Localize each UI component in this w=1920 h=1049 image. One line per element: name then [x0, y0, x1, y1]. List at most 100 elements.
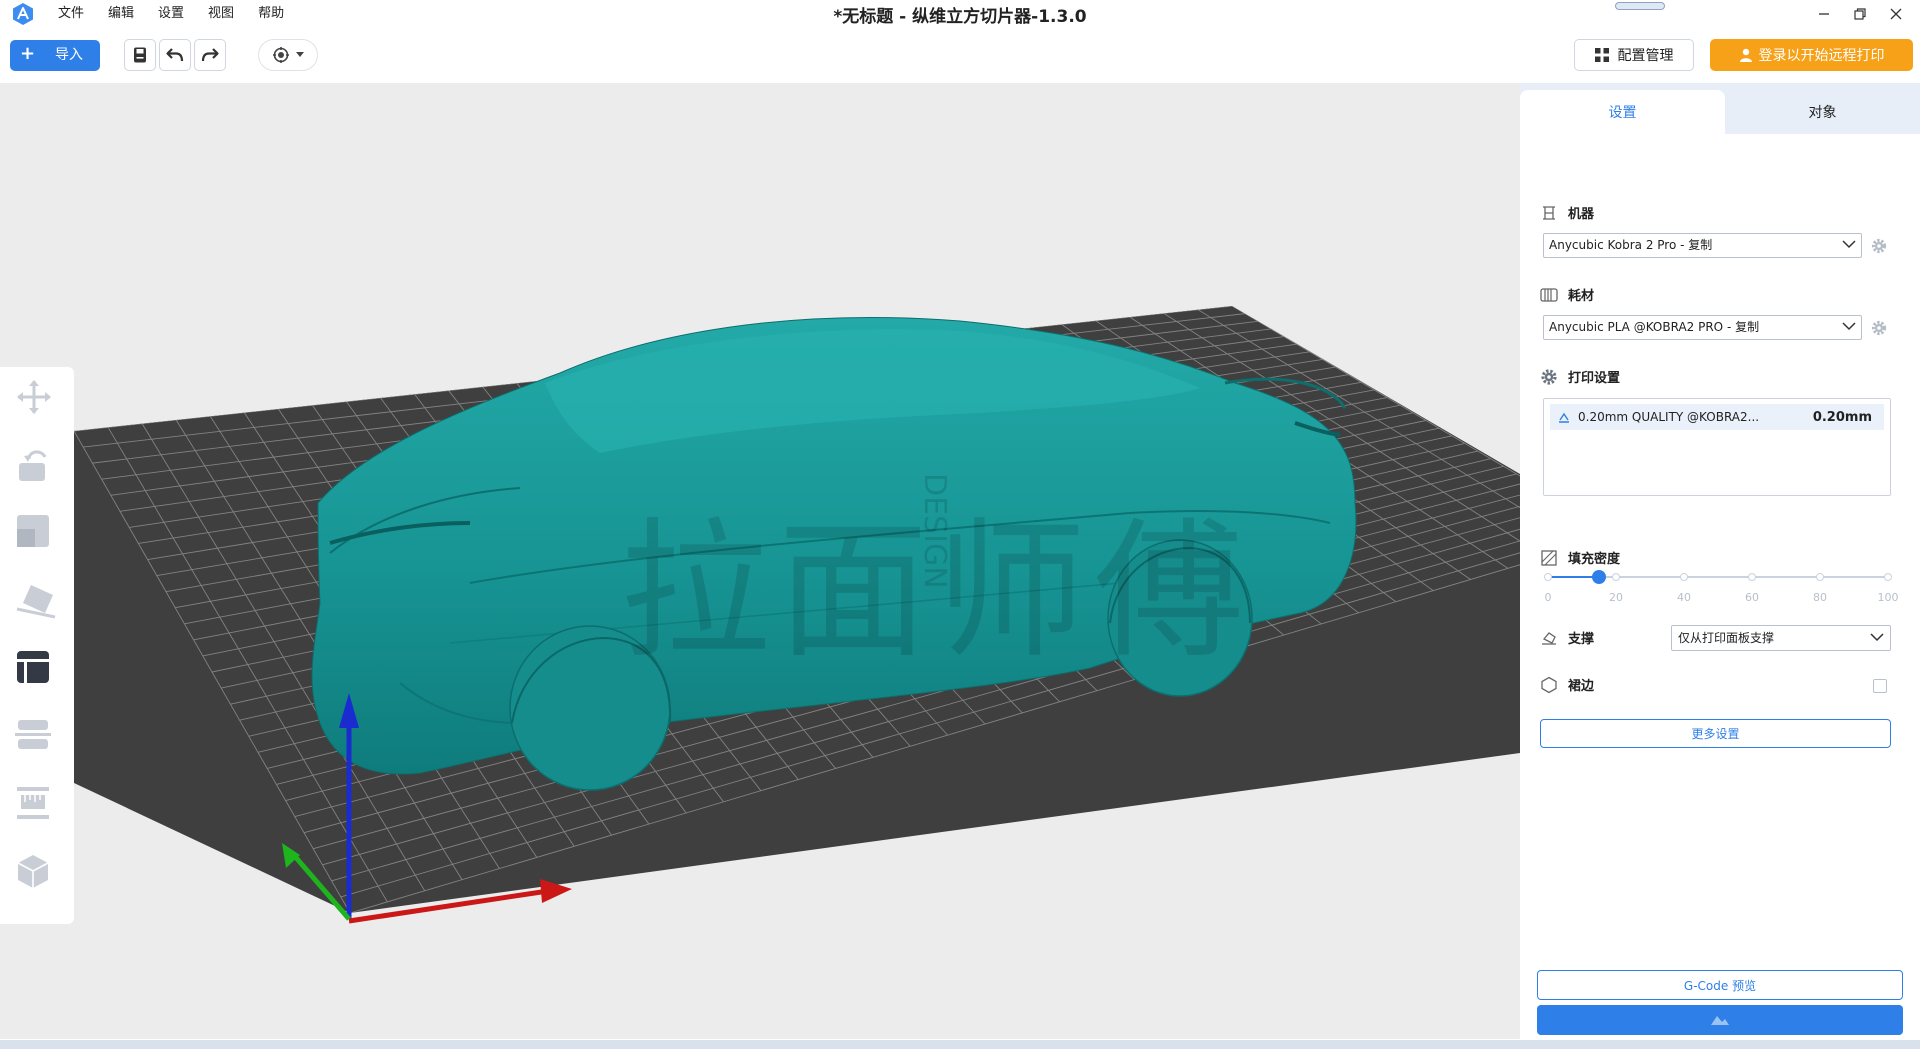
menu-settings[interactable]: 设置 — [158, 5, 197, 23]
os-taskbar — [0, 1040, 1920, 1049]
redo-icon — [201, 48, 219, 62]
machine-settings-gear-icon[interactable] — [1870, 237, 1888, 255]
import-button[interactable]: + 导入 — [10, 40, 100, 71]
config-manage-label: 配置管理 — [1617, 48, 1674, 64]
config-manage-button[interactable]: 配置管理 — [1574, 39, 1694, 71]
print-profile-list: 0.20mm QUALITY @KOBRA2... 0.20mm — [1543, 398, 1891, 496]
gear-icon — [1541, 368, 1557, 385]
brim-icon — [1541, 676, 1557, 693]
grid-icon — [1594, 48, 1609, 62]
filament-spool-icon — [1540, 287, 1558, 302]
filament-settings-gear-icon[interactable] — [1870, 319, 1888, 337]
slider-tick-dot — [1748, 573, 1756, 581]
infill-section-header: 填充密度 — [1540, 548, 1620, 567]
gcode-preview-label: G-Code 预览 — [1683, 978, 1757, 993]
more-settings-button[interactable]: 更多设置 — [1540, 719, 1891, 748]
scale-icon — [17, 515, 49, 547]
slider-tick-label: 80 — [1813, 591, 1827, 604]
move-tool[interactable] — [15, 378, 59, 422]
more-settings-label: 更多设置 — [1691, 727, 1740, 741]
slider-tick-dot — [1612, 573, 1620, 581]
slider-tick-label: 0 — [1544, 591, 1552, 604]
slider-tick-label: 40 — [1677, 591, 1691, 604]
menu-edit[interactable]: 编辑 — [108, 5, 147, 23]
brim-checkbox[interactable] — [1873, 679, 1887, 693]
support-select[interactable]: 仅从打印面板支撑 — [1671, 625, 1891, 651]
settings-body: 机器 Anycubic Kobra 2 Pro - 复制 耗材 Anycubic… — [1520, 134, 1920, 1049]
tab-objects[interactable]: 对象 — [1725, 90, 1920, 134]
login-label: 登录以开始远程打印 — [1758, 48, 1885, 64]
machine-label: 机器 — [1568, 207, 1595, 222]
restore-icon — [1854, 8, 1866, 20]
restore-button[interactable] — [1846, 2, 1874, 26]
chevron-down-icon — [1842, 322, 1856, 331]
slider-tick-dot — [1544, 573, 1552, 581]
minimize-icon — [1819, 13, 1829, 15]
save-icon — [134, 47, 146, 63]
chevron-down-icon — [1842, 240, 1856, 249]
chevron-down-icon — [296, 52, 304, 57]
tab-settings[interactable]: 设置 — [1520, 90, 1725, 134]
lay-flat-tool[interactable] — [15, 581, 59, 625]
toolbar: + 导入 配置管理 登录以开始远程打印 — [0, 28, 1920, 83]
machine-section-header: 机器 — [1540, 203, 1594, 222]
cut-icon — [15, 720, 51, 749]
support-value: 仅从打印面板支撑 — [1678, 631, 1775, 645]
app-logo-icon — [13, 3, 33, 25]
close-button[interactable] — [1882, 2, 1910, 26]
menu-file[interactable]: 文件 — [58, 5, 97, 23]
print-profile-item[interactable]: 0.20mm QUALITY @KOBRA2... 0.20mm — [1550, 404, 1884, 430]
print-profile-name: 0.20mm QUALITY @KOBRA2... — [1578, 410, 1760, 424]
3d-viewport[interactable]: 拉面师傅 DESIGN — [0, 83, 1520, 1039]
slice-button[interactable] — [1537, 1005, 1903, 1035]
save-button[interactable] — [124, 39, 156, 71]
machine-value: Anycubic Kobra 2 Pro - 复制 — [1549, 238, 1713, 252]
login-remote-print-button[interactable]: 登录以开始远程打印 — [1710, 39, 1913, 71]
left-tool-rail — [0, 367, 74, 924]
undo-button[interactable] — [159, 39, 191, 71]
slider-tick-label: 100 — [1877, 591, 1899, 604]
redo-button[interactable] — [194, 39, 226, 71]
infill-density-slider[interactable]: 0 20 40 60 80 100 — [1544, 567, 1899, 604]
rotate-tool[interactable] — [15, 445, 59, 489]
lay-flat-icon — [16, 585, 56, 619]
measure-tool[interactable] — [15, 785, 59, 829]
machine-select[interactable]: Anycubic Kobra 2 Pro - 复制 — [1543, 233, 1862, 258]
import-label: 导入 — [55, 47, 83, 63]
slider-tick-dot — [1816, 573, 1824, 581]
close-icon — [1890, 8, 1902, 20]
slider-thumb[interactable] — [1592, 570, 1606, 584]
undo-icon — [166, 48, 184, 62]
slider-tick-label: 60 — [1745, 591, 1759, 604]
chevron-down-icon — [1870, 633, 1884, 642]
menu-view[interactable]: 视图 — [208, 5, 247, 23]
slider-tick-dot — [1884, 573, 1892, 581]
notification-indicator[interactable] — [1615, 2, 1665, 10]
watermark-vertical-text: DESIGN — [917, 473, 952, 589]
print-settings-section-header: 打印设置 — [1540, 367, 1620, 386]
infill-icon — [1541, 549, 1557, 566]
brim-section-header: 裙边 — [1540, 675, 1594, 694]
slicer-app: 文件 编辑 设置 视图 帮助 *无标题 - 纵维立方切片器-1.3.0 + 导入 — [0, 0, 1920, 1049]
minimize-button[interactable] — [1810, 2, 1838, 26]
measure-icon — [17, 787, 49, 819]
support-section-header: 支撑 — [1540, 628, 1594, 647]
cut-tool[interactable] — [15, 717, 59, 761]
view-orientation-dropdown[interactable] — [258, 39, 318, 71]
gcode-preview-button[interactable]: G-Code 预览 — [1537, 970, 1903, 1000]
support-icon — [1542, 631, 1556, 645]
slider-tick-dot — [1680, 573, 1688, 581]
plus-icon: + — [20, 43, 36, 64]
scene-canvas: 拉面师傅 DESIGN — [74, 306, 1520, 924]
panel-tabs: 设置 对象 — [1520, 90, 1920, 134]
infill-label: 填充密度 — [1568, 552, 1621, 567]
slider-tick-label: 20 — [1609, 591, 1623, 604]
support-paint-tool[interactable] — [15, 649, 59, 693]
model-library-tool[interactable] — [15, 853, 59, 897]
view-orientation-icon — [273, 47, 289, 63]
scale-tool[interactable] — [15, 513, 59, 557]
filament-select[interactable]: Anycubic PLA @KOBRA2 PRO - 复制 — [1543, 315, 1862, 340]
filament-section-header: 耗材 — [1540, 285, 1594, 304]
cube-icon — [17, 855, 49, 888]
menu-help[interactable]: 帮助 — [258, 5, 297, 23]
